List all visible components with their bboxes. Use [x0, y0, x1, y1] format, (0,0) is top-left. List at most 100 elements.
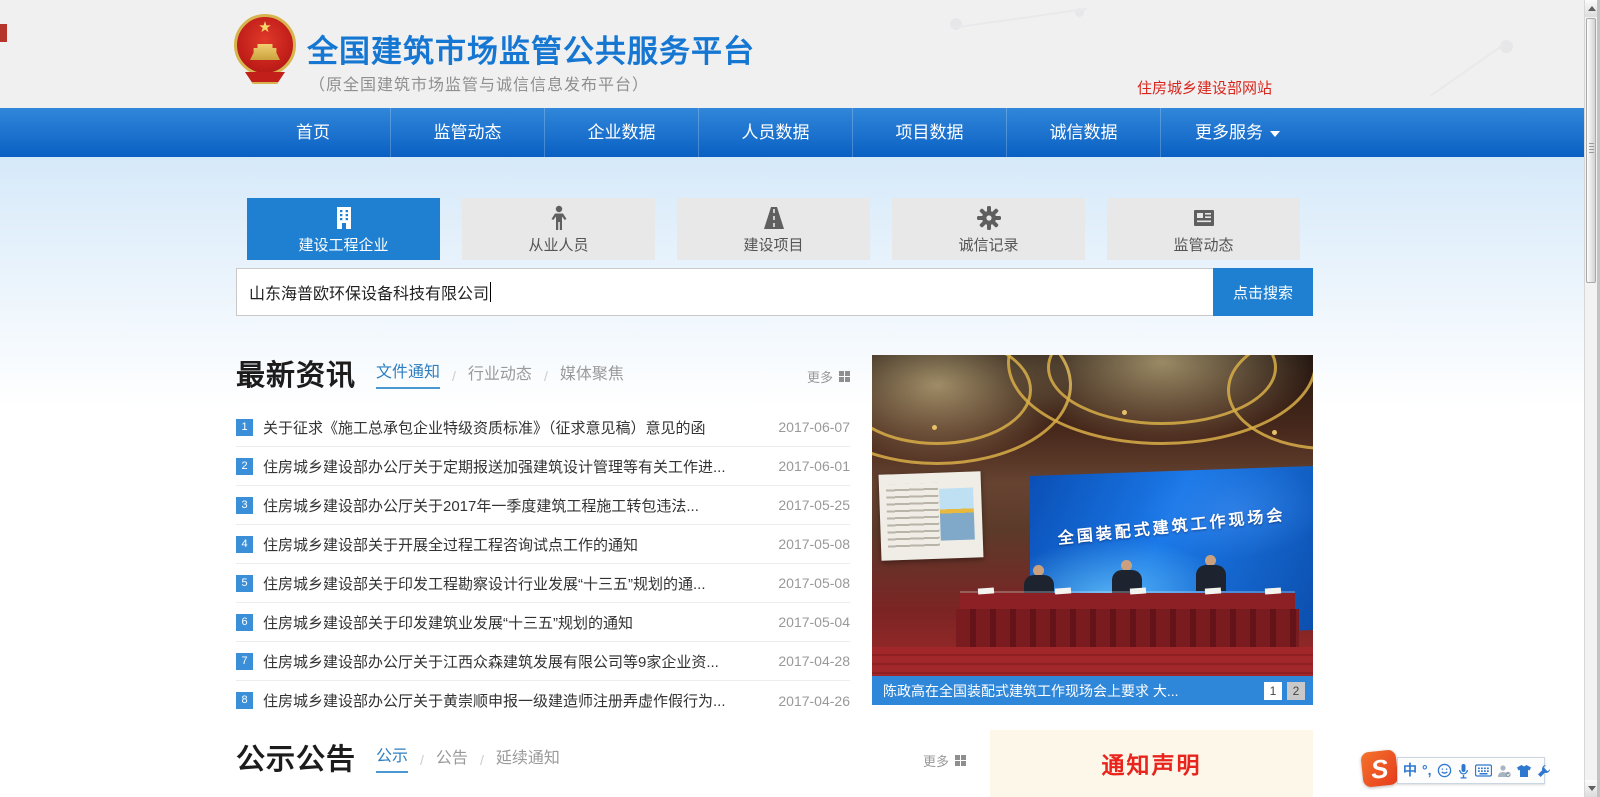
text-cursor — [490, 282, 491, 302]
decor-line — [958, 8, 1087, 28]
microphone-icon[interactable] — [1457, 763, 1470, 779]
notices-tab-publicity[interactable]: 公示 — [376, 742, 408, 773]
nav-item-personnel-data[interactable]: 人员数据 — [698, 108, 852, 157]
latest-news-section: 最新资讯 文件通知 / 行业动态 / 媒体聚焦 更多 1关于征求《施工总承包企业… — [236, 352, 850, 720]
browser-scrollbar[interactable] — [1584, 0, 1597, 797]
tab-practitioners[interactable]: 从业人员 — [462, 198, 655, 260]
news-row[interactable]: 2 住房城乡建设部办公厅关于定期报送加强建筑设计管理等有关工作进... 2017-0… — [236, 447, 850, 486]
more-label: 更多 — [807, 367, 833, 386]
chevron-down-icon — [1270, 131, 1280, 137]
emoji-icon[interactable] — [1437, 763, 1452, 778]
user-toolbox-icon[interactable] — [1497, 764, 1511, 778]
carousel-page-2[interactable]: 2 — [1287, 682, 1305, 700]
punctuation-icon[interactable]: °, — [1422, 758, 1432, 783]
projection-picture — [939, 488, 975, 541]
notices-section-title: 公示公告 — [236, 736, 356, 778]
gear-icon — [976, 204, 1002, 232]
nav-item-home[interactable]: 首页 — [236, 108, 390, 157]
announcement-box[interactable]: 通知声明 — [990, 730, 1313, 797]
search-row: 山东海普欧环保设备科技有限公司 点击搜索 — [236, 268, 1313, 316]
projection-screen — [879, 471, 984, 561]
news-date: 2017-05-25 — [778, 497, 850, 513]
news-link: 住房城乡建设部关于开展全过程工程咨询试点工作的通知 — [263, 534, 764, 555]
more-label: 更多 — [923, 751, 949, 770]
news-row[interactable]: 1关于征求《施工总承包企业特级资质标准》（征求意见稿）意见的函2017-06-0… — [236, 408, 850, 447]
tab-construction-projects[interactable]: 建设项目 — [677, 198, 870, 260]
news-date: 2017-06-01 — [778, 458, 850, 474]
table-paper — [1265, 587, 1281, 594]
emblem-stars: ★ — [233, 20, 297, 35]
news-row[interactable]: 5住房城乡建设部关于印发工程勘察设计行业发展“十三五”规划的通...2017-0… — [236, 564, 850, 603]
skin-shirt-icon[interactable] — [1516, 764, 1532, 778]
news-row[interactable]: 7住房城乡建设部办公厅关于江西众森建筑发展有限公司等9家企业资...2017-0… — [236, 642, 850, 681]
tab-construction-enterprise[interactable]: 建设工程企业 — [247, 198, 440, 260]
ceiling-light — [1122, 410, 1127, 415]
news-tab-media[interactable]: 媒体聚焦 — [560, 360, 624, 389]
carousel-page-1[interactable]: 1 — [1264, 682, 1282, 700]
scrollbar-grip — [1589, 143, 1594, 153]
tab-label: 监管动态 — [1173, 234, 1233, 255]
carousel-caption-bar: 陈政高在全国装配式建筑工作现场会上要求 大... 1 2 — [872, 676, 1313, 705]
tab-integrity-records[interactable]: 诚信记录 — [892, 198, 1085, 260]
projection-text-lines — [886, 483, 940, 551]
nav-item-project-data[interactable]: 项目数据 — [852, 108, 1006, 157]
news-link: 住房城乡建设部办公厅关于黄崇顺申报一级建造师注册弄虚作假行为... — [263, 690, 764, 711]
news-link: 住房城乡建设部关于印发建筑业发展“十三五”规划的通知 — [263, 612, 764, 633]
table-paper — [1055, 587, 1071, 594]
chinese-mode-icon[interactable]: 中 — [1403, 758, 1417, 783]
nav-item-more-services[interactable]: 更多服务 — [1160, 108, 1314, 157]
news-number-badge: 3 — [236, 497, 253, 514]
news-tab-documents[interactable]: 文件通知 — [376, 358, 440, 389]
news-date: 2017-05-08 — [778, 536, 850, 552]
notices-tab-renewal[interactable]: 延续通知 — [496, 744, 560, 773]
table-paper — [1205, 587, 1221, 594]
news-list: 1关于征求《施工总承包企业特级资质标准》（征求意见稿）意见的函2017-06-0… — [236, 408, 850, 720]
stage-carpet — [872, 647, 1313, 676]
ceiling-ring — [1227, 355, 1313, 450]
building-icon — [332, 204, 356, 232]
news-date: 2017-05-04 — [778, 614, 850, 630]
scrollbar-thumb[interactable] — [1586, 18, 1596, 283]
photo-carousel[interactable]: 全国装配式建筑工作现场会 陈政高在全国装配式建筑工作现场会上要求 大... 1 … — [872, 355, 1313, 705]
nav-item-integrity-data[interactable]: 诚信数据 — [1006, 108, 1160, 157]
table-paper — [1130, 587, 1146, 594]
nav-more-label: 更多服务 — [1195, 123, 1263, 142]
decor-line — [1430, 43, 1505, 96]
tab-label: 从业人员 — [528, 234, 588, 255]
news-tab-industry[interactable]: 行业动态 — [468, 360, 532, 389]
search-input[interactable]: 山东海普欧环保设备科技有限公司 — [236, 268, 1213, 316]
news-number-badge: 2 — [236, 458, 253, 475]
ministry-website-link[interactable]: 住房城乡建设部网站 — [1137, 77, 1272, 98]
tab-supervision-news[interactable]: 监管动态 — [1107, 198, 1300, 260]
tab-separator: / — [420, 752, 424, 773]
tab-separator: / — [452, 368, 456, 389]
news-section-title: 最新资讯 — [236, 352, 356, 394]
news-more-link[interactable]: 更多 — [807, 367, 850, 394]
news-number-badge: 7 — [236, 653, 253, 670]
ceiling-light — [932, 425, 937, 430]
news-date: 2017-04-26 — [778, 693, 850, 709]
carousel-photo: 全国装配式建筑工作现场会 — [872, 355, 1313, 676]
road-icon — [762, 204, 786, 232]
news-row[interactable]: 3住房城乡建设部办公厅关于2017年一季度建筑工程施工转包违法...2017-0… — [236, 486, 850, 525]
sogou-ime-logo[interactable]: S — [1360, 749, 1398, 787]
tab-label: 建设工程企业 — [298, 234, 388, 255]
grid-icon — [839, 371, 850, 382]
settings-wrench-icon[interactable] — [1537, 764, 1551, 778]
news-number-badge: 8 — [236, 692, 253, 709]
news-row[interactable]: 4住房城乡建设部关于开展全过程工程咨询试点工作的通知2017-05-08 — [236, 525, 850, 564]
news-link: 住房城乡建设部办公厅关于定期报送加强建筑设计管理等有关工作进... — [263, 456, 764, 477]
notices-tab-announcement[interactable]: 公告 — [436, 744, 468, 773]
tab-separator: / — [480, 752, 484, 773]
keyboard-icon[interactable] — [1475, 764, 1492, 777]
seated-person — [1194, 555, 1228, 591]
carousel-caption-link[interactable]: 陈政高在全国装配式建筑工作现场会上要求 大... — [883, 681, 1264, 701]
nav-item-supervision-news[interactable]: 监管动态 — [390, 108, 544, 157]
news-row[interactable]: 8 住房城乡建设部办公厅关于黄崇顺申报一级建造师注册弄虚作假行为... 2017-0… — [236, 681, 850, 720]
nav-item-enterprise-data[interactable]: 企业数据 — [544, 108, 698, 157]
tab-label: 诚信记录 — [958, 234, 1018, 255]
news-row[interactable]: 6住房城乡建设部关于印发建筑业发展“十三五”规划的通知2017-05-04 — [236, 603, 850, 642]
ceiling-light — [1272, 430, 1277, 435]
notices-more-link[interactable]: 更多 — [923, 751, 966, 778]
search-button[interactable]: 点击搜索 — [1213, 268, 1313, 316]
